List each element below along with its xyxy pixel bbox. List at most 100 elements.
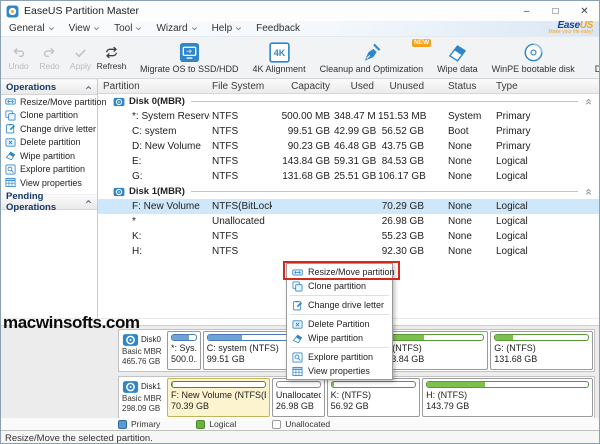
partition-card-h-ntfs[interactable]: H: (NTFS)143.79 GB bbox=[422, 378, 593, 417]
pending-operations-title: Pending Operations bbox=[6, 191, 84, 213]
four-k-icon: 4K bbox=[269, 42, 290, 63]
chevron-up-icon[interactable] bbox=[84, 83, 93, 92]
cleanup-icon bbox=[361, 42, 382, 63]
column-header-type[interactable]: Type bbox=[494, 79, 599, 93]
partition-row[interactable]: *: System ReservedNTFS500.00 MB348.47 MB… bbox=[98, 109, 599, 124]
menu-item-general[interactable]: General bbox=[1, 21, 61, 36]
usage-bar bbox=[426, 381, 589, 388]
column-header-capacity[interactable]: Capacity bbox=[272, 79, 332, 93]
winpe-icon bbox=[523, 42, 544, 63]
partition-card-label: K: (NTFS) bbox=[331, 390, 417, 401]
partition-card-size: 99.51 GB bbox=[207, 354, 290, 365]
partition-row[interactable]: G:NTFS131.68 GB25.51 GB106.17 GBNoneLogi… bbox=[98, 169, 599, 184]
cell-partition: K: bbox=[98, 229, 210, 244]
pending-operations-section-header[interactable]: Pending Operations bbox=[1, 194, 97, 210]
sidebar-item-delete-partition[interactable]: Delete partition bbox=[1, 136, 97, 150]
context-menu-item-change-drive-letter[interactable]: Change drive letter bbox=[287, 298, 392, 312]
partition-card-g-ntfs[interactable]: G: (NTFS)131.68 GB bbox=[490, 331, 593, 370]
sidebar-item-resize-move-partition[interactable]: Resize/Move partition bbox=[1, 95, 97, 109]
chevron-down-icon bbox=[191, 25, 198, 32]
toolbar-button-label: Data recovery bbox=[595, 64, 600, 74]
data-recovery-button[interactable]: Data recovery bbox=[588, 39, 600, 76]
toolbar-button-label: Wipe data bbox=[437, 64, 478, 74]
sidebar-item-view-properties[interactable]: View properties bbox=[1, 176, 97, 190]
cell-partition: E: bbox=[98, 154, 210, 169]
wipe-icon bbox=[292, 333, 303, 344]
column-header-used[interactable]: Used bbox=[332, 79, 376, 93]
context-menu-item-view-properties[interactable]: View properties bbox=[287, 364, 392, 378]
maximize-icon[interactable]: □ bbox=[541, 1, 570, 21]
disk-group-row[interactable]: Disk 0(MBR) bbox=[98, 94, 599, 109]
context-menu-item-label: Wipe partition bbox=[308, 333, 363, 343]
menu-item-feedback[interactable]: Feedback bbox=[248, 21, 306, 36]
partition-row[interactable]: E:NTFS143.84 GB59.31 GB84.53 GBNoneLogic… bbox=[98, 154, 599, 169]
primary-swatch bbox=[118, 420, 127, 429]
redo-button[interactable]: Redo bbox=[34, 39, 65, 76]
apply-button[interactable]: Apply bbox=[65, 39, 96, 76]
column-header-partition[interactable]: Partition bbox=[98, 79, 210, 93]
double-chevron-up-icon[interactable] bbox=[584, 97, 593, 106]
partition-card-sys[interactable]: *: Sys...500.0... bbox=[167, 331, 201, 370]
chevron-down-icon bbox=[93, 25, 100, 32]
cell-capacity bbox=[272, 229, 332, 244]
partition-card-e-ntfs[interactable]: E: (NTFS)143.84 GB bbox=[377, 331, 488, 370]
cell-status: None bbox=[426, 199, 494, 214]
context-menu-item-resize-move-partition[interactable]: Resize/Move partition bbox=[287, 265, 392, 279]
4k-alignment-button[interactable]: 4K4K Alignment bbox=[246, 39, 313, 76]
winpe-bootable-disk-button[interactable]: WinPE bootable disk bbox=[485, 39, 582, 76]
operations-section-header[interactable]: Operations bbox=[1, 79, 97, 95]
partition-row[interactable]: K:NTFS55.23 GBNoneLogical bbox=[98, 229, 599, 244]
cleanup-and-optimization-button[interactable]: Cleanup and OptimizationNEW bbox=[313, 39, 431, 76]
cell-unused: 92.30 GB bbox=[376, 244, 426, 259]
partition-row[interactable]: C: systemNTFS99.51 GB42.99 GB56.52 GBBoo… bbox=[98, 124, 599, 139]
partition-card-size: 500.0... bbox=[171, 354, 197, 365]
double-chevron-up-icon[interactable] bbox=[584, 187, 593, 196]
column-header-status[interactable]: Status bbox=[426, 79, 494, 93]
context-menu-item-explore-partition[interactable]: Explore partition bbox=[287, 350, 392, 364]
close-icon[interactable]: ✕ bbox=[570, 1, 599, 21]
toolbar-button-label: Undo bbox=[8, 61, 28, 71]
chevron-up-icon[interactable] bbox=[84, 197, 93, 206]
menu-item-wizard[interactable]: Wizard bbox=[148, 21, 203, 36]
menu-bar: GeneralViewToolWizardHelpFeedback EaseUS… bbox=[1, 21, 599, 37]
cell-unused: 56.52 GB bbox=[376, 124, 426, 139]
sidebar-item-clone-partition[interactable]: Clone partition bbox=[1, 109, 97, 123]
context-menu-item-label: Change drive letter bbox=[308, 300, 384, 310]
sidebar-item-change-drive-letter[interactable]: Change drive letter bbox=[1, 122, 97, 136]
sidebar-item-wipe-partition[interactable]: Wipe partition bbox=[1, 149, 97, 163]
context-menu-item-wipe-partition[interactable]: Wipe partition bbox=[287, 331, 392, 345]
partition-row[interactable]: *Unallocated26.98 GBNoneLogical bbox=[98, 214, 599, 229]
context-menu-item-clone-partition[interactable]: Clone partition bbox=[287, 279, 392, 293]
toolbar: Undo RedoApplyRefresh Migrate OS to SSD/H… bbox=[1, 37, 599, 79]
disk-group-row[interactable]: Disk 1(MBR) bbox=[98, 184, 599, 199]
context-menu-item-label: Clone partition bbox=[308, 281, 366, 291]
undo-button[interactable]: Undo bbox=[3, 39, 34, 76]
partition-card-k-ntfs[interactable]: K: (NTFS)56.92 GB bbox=[327, 378, 421, 417]
cell-used: 348.47 MB bbox=[332, 109, 376, 124]
wipe-data-button[interactable]: Wipe data bbox=[430, 39, 485, 76]
resize-move-icon bbox=[5, 96, 16, 107]
cell-capacity: 90.23 GB bbox=[272, 139, 332, 154]
window-title: EaseUS Partition Master bbox=[24, 5, 139, 17]
menu-item-view[interactable]: View bbox=[61, 21, 107, 36]
column-header-unused[interactable]: Unused bbox=[376, 79, 426, 93]
migrate-os-to-ssd-hdd-button[interactable]: Migrate OS to SSD/HDD bbox=[133, 39, 246, 76]
partition-row[interactable]: F: New VolumeNTFS(BitLocker U...70.29 GB… bbox=[98, 199, 599, 214]
usage-bar-fill bbox=[427, 382, 485, 387]
menu-item-tool[interactable]: Tool bbox=[106, 21, 148, 36]
menu-item-help[interactable]: Help bbox=[204, 21, 249, 36]
partition-card-c-system-ntfs[interactable]: C: system (NTFS)99.51 GB bbox=[203, 331, 294, 370]
refresh-button[interactable]: Refresh bbox=[96, 39, 127, 76]
legend-label: Unallocated bbox=[285, 419, 330, 429]
partition-card-unallocated[interactable]: Unallocated26.98 GB bbox=[272, 378, 325, 417]
column-header-file-system[interactable]: File System bbox=[210, 79, 272, 93]
partition-row[interactable]: H:NTFS92.30 GBNoneLogical bbox=[98, 244, 599, 259]
context-menu-item-delete-partition[interactable]: Delete Partition bbox=[287, 317, 392, 331]
partition-row[interactable]: D: New VolumeNTFS90.23 GB46.48 GB43.75 G… bbox=[98, 139, 599, 154]
table-header-row: PartitionFile SystemCapacityUsedUnusedSt… bbox=[98, 79, 599, 94]
sidebar-item-explore-partition[interactable]: Explore partition bbox=[1, 163, 97, 177]
minimize-icon[interactable]: – bbox=[512, 1, 541, 21]
menu-item-label: Tool bbox=[114, 23, 132, 34]
cell-unused: 151.53 MB bbox=[376, 109, 426, 124]
partition-card-f-new-volume-ntfs-bitl[interactable]: F: New Volume (NTFS(BitL...70.39 GB bbox=[167, 378, 270, 417]
